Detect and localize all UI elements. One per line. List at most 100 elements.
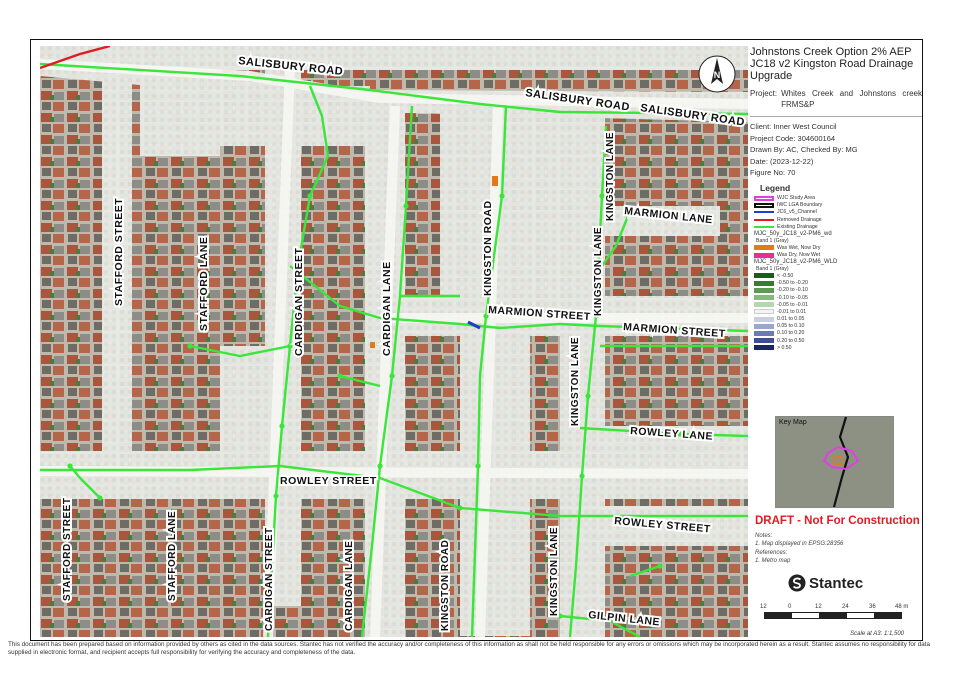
depth-swatch [754, 345, 774, 351]
legend-item: JC6_v5_Channel [754, 209, 922, 216]
street-label-stafford-street: STAFFORD STREET [113, 198, 125, 306]
legend-band-label: Band 1 (Gray) [756, 265, 789, 272]
street-label-kingston-lane-2: KINGSTON LANE [593, 227, 604, 316]
depth-swatch [754, 287, 774, 293]
depth-swatch [754, 309, 774, 315]
legend-label: -0.05 to -0.01 [777, 301, 808, 308]
legend-item: Was Wet, Now Dry [754, 244, 922, 251]
legend-item: 0.05 to 0.10 [754, 323, 922, 330]
notes-block: Notes: 1. Map displayed in EPSG:28356 Re… [755, 533, 843, 565]
scale-segment [846, 613, 874, 618]
scale-tick-label: 12 [760, 604, 767, 610]
street-label-kingston-lane-3: KINGSTON LANE [570, 337, 581, 426]
legend-item: 0.20 to 0.50 [754, 337, 922, 344]
stantec-logo-icon [788, 574, 806, 592]
key-map-svg [776, 417, 893, 507]
references-item: 1. Metro map [755, 557, 791, 564]
legend-item: -0.01 to 0.01 [754, 308, 922, 315]
legend-group-title: MJC_50y_JC18_v2-PM6_WLD [754, 259, 922, 266]
legend-label: Was Wet, Now Dry [777, 244, 821, 251]
project-row: Project: Whites Creek and Johnstons cree… [750, 88, 922, 110]
study-area-swatch [754, 195, 774, 201]
was-dry-now-wet-swatch [754, 252, 774, 258]
street-label-cardigan-lane: CARDIGAN LANE [381, 261, 393, 356]
street-label-cardigan-street: CARDIGAN STREET [293, 247, 305, 356]
legend-label: WJC Study Area [777, 195, 816, 202]
legend: WJC Study Area IWC LGA Boundary JC6_v5_C… [750, 195, 922, 352]
channel-swatch [754, 211, 774, 214]
legend-item: 0.10 to 0.20 [754, 330, 922, 337]
legend-label: Was Dry, Now Wet [777, 252, 821, 258]
drawn-by-text: Drawn By: AC, Checked By: MG [750, 145, 858, 154]
legend-label: JC6_v5_Channel [777, 209, 817, 216]
street-label-kingston-lane: KINGSTON LANE [605, 132, 616, 221]
map-view[interactable]: N SALISBURY ROAD SALISBURY ROAD SALISBUR… [40, 46, 748, 637]
project-label: Project: [750, 89, 778, 98]
scale-tick-label: 24 [842, 604, 849, 610]
legend-label: Removed Drainage [777, 216, 822, 223]
legend-item: -0.05 to -0.01 [754, 301, 922, 308]
legend-group-2-title: MJC_50y_JC18_v2-PM6_WLD [754, 259, 838, 266]
street-label-kingston-lane-4: KINGSTON LANE [549, 527, 560, 616]
street-label-stafford-lane-2: STAFFORD LANE [167, 511, 178, 601]
legend-label: -0.50 to -0.20 [777, 280, 808, 287]
key-map-label: Key Map [779, 419, 807, 426]
lga-boundary-swatch [754, 202, 774, 208]
depth-swatch [754, 316, 774, 322]
scale-tick-label: 0 [788, 604, 792, 610]
scale-segment [873, 613, 902, 618]
legend-group-title: MJC_50y_JC18_v2-PM6_wd [754, 230, 922, 237]
metadata-block: Client: Inner West Council Project Code:… [750, 121, 922, 179]
project-value: Whites Creek and Johnstons creek FRMS&P [781, 89, 922, 109]
depth-swatch [754, 273, 774, 279]
figure-number-text: Figure No: 70 [750, 168, 796, 177]
street-label-cardigan-lane-2: CARDIGAN LANE [344, 541, 355, 631]
legend-title: Legend [760, 182, 791, 193]
date-text: Date: (2023-12-22) [750, 156, 814, 166]
scale-segment [765, 613, 793, 618]
scale-segment [792, 613, 820, 618]
depth-swatch [754, 338, 774, 344]
notes-item: 1. Map displayed in EPSG:28356 [755, 540, 844, 547]
depth-swatch [754, 295, 774, 301]
title-line-2: JC18 v2 Kingston Road Drainage [750, 58, 914, 70]
street-label-stafford-street-2: STAFFORD STREET [62, 498, 73, 601]
legend-label: 0.10 to 0.20 [777, 330, 805, 337]
existing-drainage-swatch [754, 225, 774, 228]
legend-item: Existing Drainage [754, 223, 922, 230]
legend-item: IWC LGA Boundary [754, 202, 922, 209]
street-label-stafford-lane: STAFFORD LANE [198, 237, 210, 331]
legend-item: -0.10 to -0.05 [754, 294, 922, 301]
legend-item: -0.20 to -0.10 [754, 287, 922, 294]
scale-tick-label: 36 [869, 604, 876, 610]
depth-swatch [754, 330, 774, 336]
legend-label: 0.05 to 0.10 [777, 323, 805, 330]
legend-label: -0.20 to -0.10 [777, 287, 808, 294]
street-label-rowley-street: ROWLEY STREET [280, 475, 377, 487]
street-label-kingston-road-2: KINGSTON ROAD [440, 540, 451, 631]
scale-tick-label: 12 [815, 604, 822, 610]
legend-label: -0.01 to 0.01 [777, 308, 807, 315]
north-label: N [714, 70, 721, 80]
legend-item: Removed Drainage [754, 216, 922, 223]
draft-notice: DRAFT - Not For Construction [755, 515, 920, 527]
scale-text: Scale at A3: 1:1,500 [850, 631, 904, 637]
title-line-1: Johnstons Creek Option 2% AEP [750, 46, 912, 58]
legend-label: IWC LGA Boundary [777, 202, 823, 209]
wet-dry-patch [492, 176, 498, 186]
key-map[interactable]: Key Map [775, 416, 894, 508]
legend-item: -0.50 to -0.20 [754, 280, 922, 287]
scale-tick-label: 48 m [895, 604, 909, 610]
client-text: Client: Inner West Council [750, 122, 837, 131]
legend-item: WJC Study Area [754, 195, 922, 202]
legend-group-1-title: MJC_50y_JC18_v2-PM6_wd [754, 231, 832, 238]
stantec-logo-text: Stantec [809, 574, 864, 592]
map-title: Johnstons Creek Option 2% AEP JC18 v2 Ki… [750, 46, 922, 82]
legend-label: 0.20 to 0.50 [777, 337, 805, 344]
legend-label: Existing Drainage [777, 223, 818, 230]
was-wet-now-dry-swatch [754, 245, 774, 251]
scale-ticks: 12 0 12 24 36 48 m [758, 604, 918, 612]
depth-swatch [754, 280, 774, 286]
project-code-text: Project Code: 304600164 [750, 133, 836, 143]
scale-bar-graphic [764, 612, 902, 619]
